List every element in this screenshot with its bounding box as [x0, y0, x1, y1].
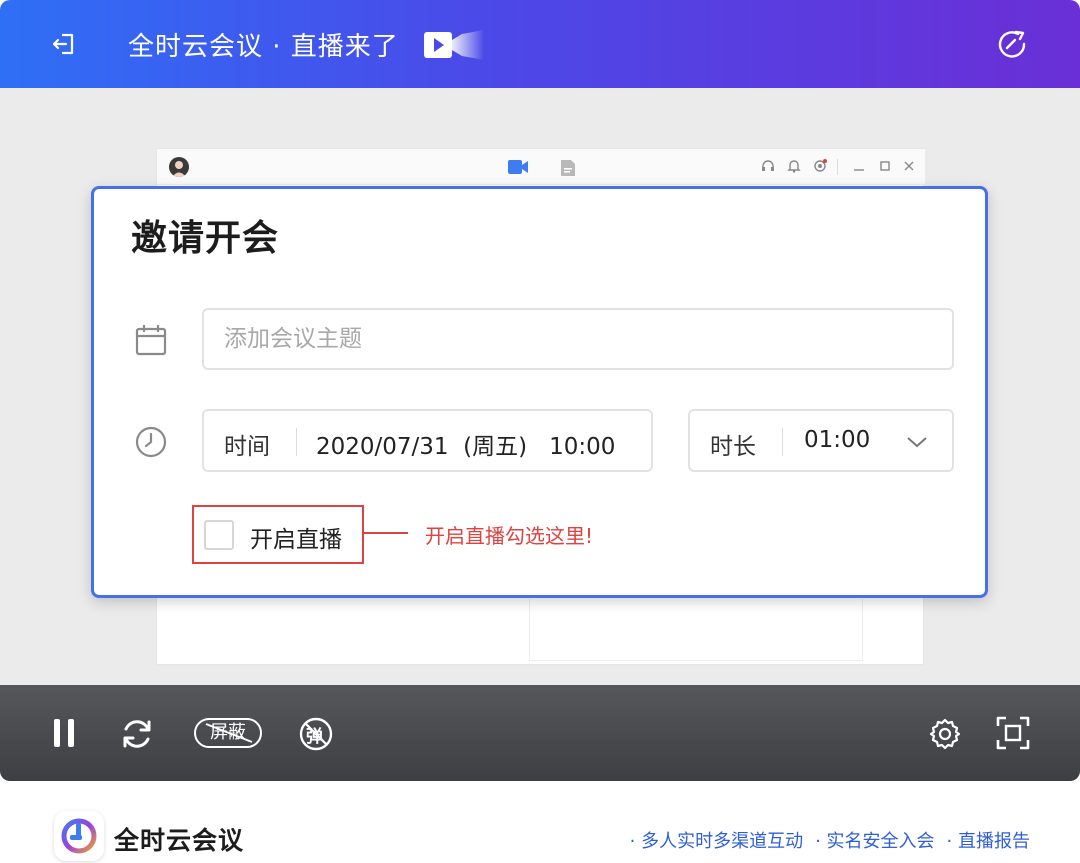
enable-live-option[interactable]: 开启直播: [192, 505, 364, 564]
footer: 全时云会议 · 多人实时多渠道互动 · 实名安全入会 · 直播报告: [0, 781, 1080, 863]
live-hint-text: 开启直播勾选这里!: [425, 524, 594, 548]
time-divider: [296, 428, 297, 456]
banner-title: 全时云会议 · 直播来了: [128, 32, 399, 62]
clock-icon: [135, 426, 167, 458]
gear-icon[interactable]: [928, 717, 962, 751]
document-tab-icon[interactable]: [559, 159, 577, 177]
brand-name: 全时云会议: [114, 826, 245, 855]
block-danmu-button[interactable]: 屏蔽: [194, 718, 262, 748]
dialog-title: 邀请开会: [131, 218, 280, 259]
enable-live-label: 开启直播: [250, 527, 342, 553]
feature-item: · 直播报告: [946, 831, 1030, 852]
logo-icon: [61, 818, 97, 854]
feature-item: · 多人实时多渠道互动: [629, 831, 804, 852]
chevron-down-icon: [907, 437, 927, 448]
refresh-icon[interactable]: [118, 715, 156, 753]
enable-live-checkbox[interactable]: [204, 520, 234, 550]
pause-icon[interactable]: [52, 717, 78, 749]
duration-select[interactable]: 时长 01:00: [688, 409, 954, 472]
video-tab-icon[interactable]: [507, 159, 529, 175]
headset-icon[interactable]: [761, 159, 775, 173]
danmu-glyph: 弹: [306, 727, 323, 747]
fullscreen-icon[interactable]: [996, 716, 1030, 750]
exit-icon[interactable]: [50, 30, 78, 58]
video-camera-icon: [424, 30, 484, 60]
calendar-icon: [135, 325, 167, 356]
start-time-picker[interactable]: 时间 2020/07/31 (周五) 10:00: [202, 409, 653, 472]
app-titlebar: [157, 149, 925, 185]
feature-list: · 多人实时多渠道互动 · 实名安全入会 · 直播报告: [630, 827, 1030, 853]
duration-label: 时长: [710, 434, 756, 460]
time-label: 时间: [224, 434, 270, 460]
maximize-icon[interactable]: [879, 159, 891, 173]
duration-value: 01:00: [804, 427, 871, 453]
share-icon[interactable]: [996, 28, 1028, 60]
close-icon[interactable]: [903, 159, 915, 173]
player-control-bar: 屏蔽 弹: [0, 685, 1080, 781]
duration-divider: [782, 428, 783, 456]
bell-icon[interactable]: [787, 159, 801, 173]
top-banner: 全时云会议 · 直播来了: [0, 0, 1080, 88]
time-value: 2020/07/31 (周五) 10:00: [316, 434, 616, 460]
hint-connector: [364, 532, 408, 534]
avatar[interactable]: [169, 157, 189, 177]
titlebar-divider: [837, 159, 838, 175]
settings-small-icon[interactable]: [813, 159, 827, 173]
danmu-toggle[interactable]: 弹: [299, 717, 333, 751]
minimize-icon[interactable]: [853, 159, 865, 173]
strike-icon: [205, 723, 253, 743]
side-panel: [529, 599, 863, 661]
invite-meeting-dialog: 邀请开会 时间 2020/07/31 (周五) 10:00 时长 01:00 开…: [91, 186, 988, 598]
meeting-topic-input[interactable]: [202, 308, 954, 370]
app-logo: [54, 811, 104, 861]
feature-item: · 实名安全入会: [815, 831, 935, 852]
